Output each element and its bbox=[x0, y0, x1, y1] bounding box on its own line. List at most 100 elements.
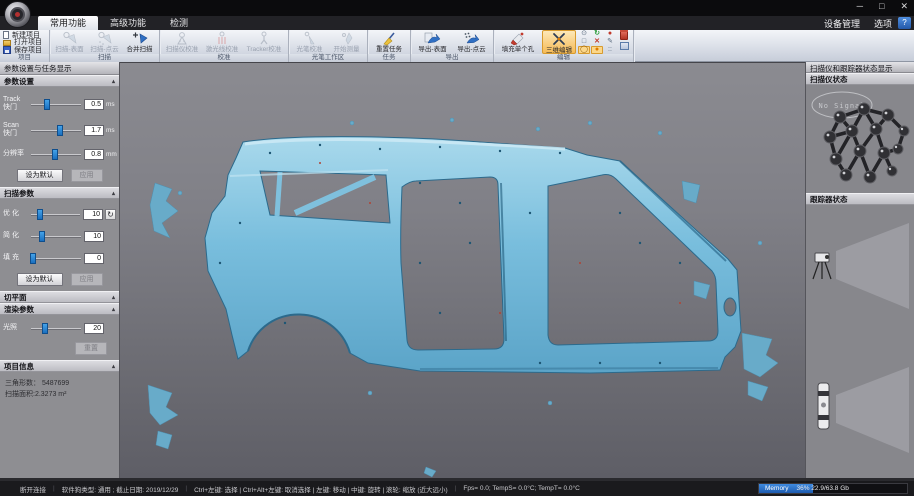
collapse-icon: ▴ bbox=[112, 361, 115, 371]
collapse-icon: ▴ bbox=[112, 304, 115, 314]
scan-pointcloud-button[interactable]: 扫描-点云 bbox=[87, 30, 122, 54]
section-header-scanner-status[interactable]: 扫描仪状态 bbox=[806, 73, 914, 85]
set-default-button[interactable]: 设为默认 bbox=[17, 169, 63, 182]
resolution-slider[interactable] bbox=[31, 147, 81, 161]
scanner-calibration-button[interactable]: 扫描仪校准 bbox=[162, 30, 202, 54]
minimize-button[interactable]: ─ bbox=[857, 1, 863, 12]
brush-select-icon[interactable]: ● bbox=[591, 46, 603, 54]
export-surface-button[interactable]: 导出-表面 bbox=[413, 30, 452, 54]
export-points-icon bbox=[463, 31, 480, 46]
merge-scan-button[interactable]: 合并扫描 bbox=[122, 30, 157, 54]
record-icon[interactable]: ● bbox=[604, 30, 616, 38]
help-icon[interactable]: ? bbox=[898, 17, 911, 29]
left-panel-title: 参数设置与任务显示 bbox=[0, 62, 119, 75]
light-pen-icon bbox=[302, 31, 318, 46]
crossed-tools-icon bbox=[551, 32, 567, 47]
floppy-icon bbox=[3, 46, 11, 54]
scanner-points-icon bbox=[97, 31, 113, 46]
mouse-hints: Ctrl+左键: 选择 | Ctrl+Alt+左键: 取消选择 | 左键: 移动… bbox=[194, 484, 448, 494]
simplify-value[interactable]: 10 bbox=[84, 231, 104, 242]
3d-viewport[interactable] bbox=[120, 62, 805, 478]
rect-select-icon[interactable]: □ bbox=[578, 38, 590, 46]
open-project-button[interactable]: 打开项目 bbox=[3, 39, 46, 46]
laser-line-calibration-button[interactable]: 激光线校准 bbox=[202, 30, 242, 54]
memory-label: Memory bbox=[759, 485, 788, 492]
reset-view-icon[interactable]: ↻ bbox=[591, 30, 603, 38]
section-header-clipping-plane[interactable]: 切平面 ▴ bbox=[0, 291, 119, 303]
ribbon-group-task: 重置任务 任务 bbox=[368, 30, 411, 62]
maximize-button[interactable]: □ bbox=[879, 1, 884, 12]
scan-shutter-value[interactable]: 1.7 bbox=[84, 125, 104, 136]
fill-slider[interactable] bbox=[31, 251, 81, 265]
more-tools-icon[interactable]: :: bbox=[604, 46, 616, 54]
scan-shutter-slider[interactable] bbox=[31, 123, 81, 137]
menu-options[interactable]: 选项 bbox=[874, 17, 892, 30]
collapse-icon: ▴ bbox=[112, 292, 115, 302]
group-label: 导出 bbox=[411, 54, 493, 62]
optimize-value[interactable]: 10 bbox=[83, 209, 103, 220]
optimize-slider[interactable] bbox=[31, 207, 80, 221]
track-shutter-value[interactable]: 0.5 bbox=[84, 99, 104, 110]
group-label: 项目 bbox=[0, 54, 49, 62]
tab-inspection[interactable]: 检测 bbox=[158, 16, 200, 30]
delete-trash-icon[interactable] bbox=[620, 31, 628, 40]
resolution-value[interactable]: 0.8 bbox=[84, 149, 104, 160]
app-logo-icon[interactable] bbox=[4, 1, 31, 28]
export-pointcloud-button[interactable]: 导出-点云 bbox=[452, 30, 491, 54]
tab-advanced-functions[interactable]: 高级功能 bbox=[98, 16, 158, 30]
ribbon-group-project: 新建项目 打开项目 保存项目 项目 bbox=[0, 30, 50, 62]
ribbon-tab-row: 常用功能 高级功能 检测 设备管理 选项 ? bbox=[0, 16, 914, 30]
pen-calibration-button[interactable]: 光笔校准 bbox=[291, 30, 328, 54]
section-header-scan-parameters[interactable]: 扫描参数 ▴ bbox=[0, 187, 119, 199]
lasso-select-icon[interactable]: ◯ bbox=[578, 46, 590, 54]
lighting-value[interactable]: 20 bbox=[84, 323, 104, 334]
fill-single-hole-button[interactable]: 填充单个孔 bbox=[496, 30, 540, 54]
connection-status[interactable]: 断开连接 bbox=[20, 484, 46, 494]
apply-button[interactable]: 应用 bbox=[71, 273, 103, 286]
refresh-icon[interactable]: ↻ bbox=[105, 209, 116, 220]
lighting-slider[interactable] bbox=[31, 321, 81, 335]
edit-tool-grid: ⊙ ↻ ● □ ✕ ✎ ◯ ● :: bbox=[578, 30, 616, 54]
section-header-render-parameters[interactable]: 渲染参数 ▴ bbox=[0, 303, 119, 315]
3d-edit-button[interactable]: 三维编辑 bbox=[542, 30, 576, 54]
view-tool-icon[interactable]: ⊙ bbox=[578, 30, 590, 38]
collapse-icon: ▴ bbox=[112, 188, 115, 198]
broom-icon bbox=[381, 31, 397, 46]
tracker-calibration-button[interactable]: Tracker校准 bbox=[242, 30, 286, 54]
scanner-status-view: No Signal bbox=[806, 85, 914, 193]
tab-common-functions[interactable]: 常用功能 bbox=[38, 16, 98, 30]
scan-surface-button[interactable]: 扫描-表面 bbox=[52, 30, 87, 54]
menu-device-management[interactable]: 设备管理 bbox=[824, 17, 860, 30]
table-tool-icon[interactable] bbox=[620, 42, 629, 50]
start-measure-button[interactable]: 开始测量 bbox=[328, 30, 365, 54]
edit-pencil-icon[interactable]: ✎ bbox=[604, 38, 616, 46]
measure-pen-icon bbox=[339, 31, 355, 46]
reset-task-button[interactable]: 重置任务 bbox=[370, 30, 408, 54]
section-header-tracker-status[interactable]: 跟踪器状态 bbox=[806, 193, 914, 205]
section-header-parameter-settings[interactable]: 参数设置 ▴ bbox=[0, 75, 119, 87]
save-project-button[interactable]: 保存项目 bbox=[3, 46, 46, 54]
fill-value[interactable]: 0 bbox=[84, 253, 104, 264]
ribbon-toolbar: 新建项目 打开项目 保存项目 项目 扫描-表面 扫描-点 bbox=[0, 30, 914, 62]
device-status-panel: 扫描仪和跟踪器状态显示 扫描仪状态 No Signal bbox=[805, 62, 914, 478]
reset-button[interactable]: 重置 bbox=[75, 342, 107, 355]
tracker-camera-side-icon bbox=[813, 253, 831, 279]
merge-icon bbox=[132, 31, 148, 46]
track-shutter-slider[interactable] bbox=[31, 97, 81, 111]
simplify-slider[interactable] bbox=[31, 229, 81, 243]
dongle-info: 软件狗类型: 通用 ; 截止日期: 2019/12/29 bbox=[62, 484, 179, 494]
project-info: 三角形数： 5487699 扫描面积:2.3273 m² bbox=[0, 372, 119, 406]
section-scan-parameters: 优 化 10 ↻ 简 化 10 填 充 0 设为默认 应用 bbox=[0, 199, 119, 291]
delete-selection-icon[interactable]: ✕ bbox=[591, 38, 603, 46]
ribbon-group-calibration: 扫描仪校准 激光线校准 Tracker校准 校准 bbox=[160, 30, 289, 62]
status-bar: 断开连接 | 软件狗类型: 通用 ; 截止日期: 2019/12/29 | Ct… bbox=[0, 481, 914, 496]
set-default-button[interactable]: 设为默认 bbox=[17, 273, 63, 286]
scan-area: 扫描面积:2.3273 m² bbox=[5, 389, 114, 400]
close-button[interactable]: ✕ bbox=[900, 1, 908, 12]
section-header-project-info[interactable]: 项目信息 ▴ bbox=[0, 360, 119, 372]
section-render-parameters: 光照 20 重置 bbox=[0, 315, 119, 360]
apply-button[interactable]: 应用 bbox=[71, 169, 103, 182]
new-project-button[interactable]: 新建项目 bbox=[3, 31, 46, 39]
folder-icon bbox=[3, 40, 11, 46]
export-arrow-icon bbox=[424, 31, 441, 46]
